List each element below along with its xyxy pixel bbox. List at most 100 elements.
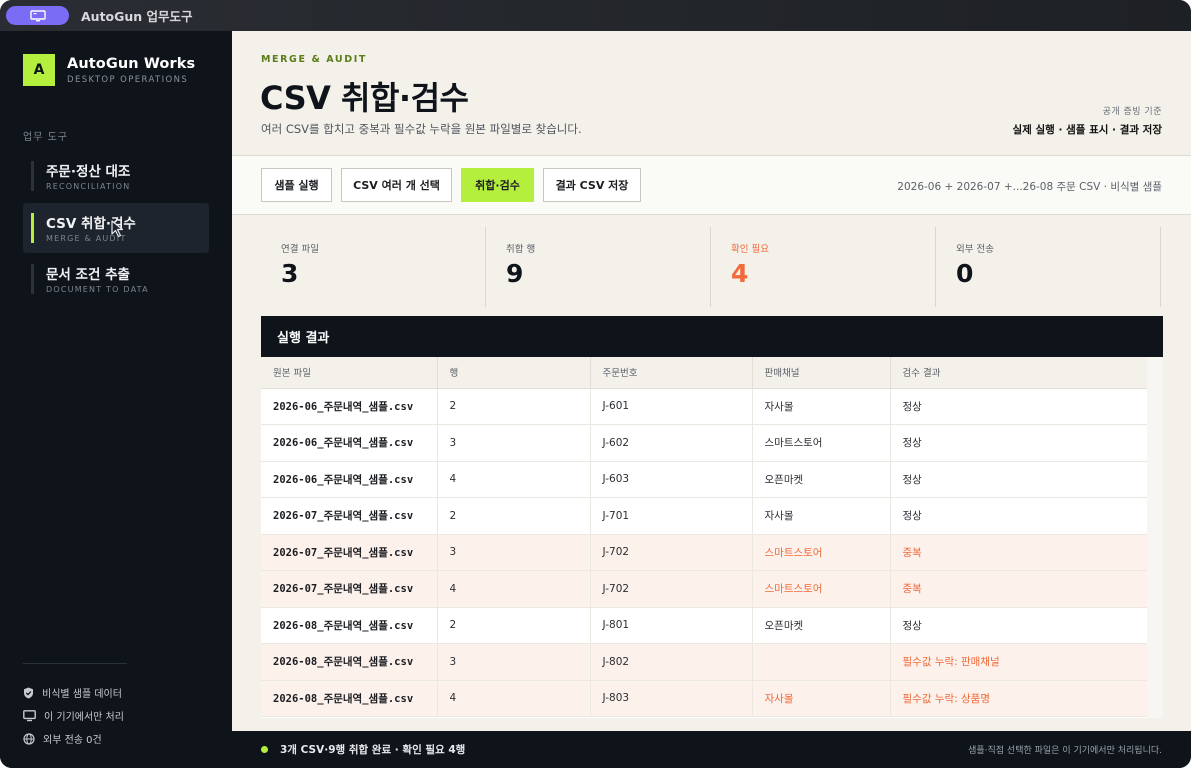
column-header-source-file[interactable]: 원본 파일 — [261, 357, 438, 389]
table-row[interactable]: 2026-06_주문내역_샘플.csv 2 J-601 자사몰 정상 — [261, 388, 1148, 425]
globe-icon — [23, 732, 35, 745]
evidence-basis-value: 실제 실행 · 샘플 표시 · 결과 저장 — [1012, 124, 1163, 136]
evidence-basis-label: 공개 증빙 기준 — [1102, 107, 1162, 117]
save-result-csv-button[interactable]: 결과 CSV 저장 — [543, 168, 641, 202]
nav-indicator — [31, 161, 34, 191]
table-scrollbar[interactable] — [1147, 357, 1163, 718]
status-message: 3개 CSV·9행 취합 완료 · 확인 필요 4행 — [280, 744, 466, 756]
sidebar-item-label: 문서 조건 추출 — [46, 267, 130, 283]
nav-indicator — [31, 264, 34, 294]
stats-row: 연결 파일 3 취합 행 9 확인 필요 4 외부 전송 0 — [261, 227, 1162, 307]
cell-audit-result: 정상 — [890, 497, 1148, 535]
results-panel: 실행 결과 원본 파일 행 주문번호 판매채널 검수 결과 2026-06_주문… — [261, 316, 1163, 718]
stat-value: 0 — [956, 259, 974, 288]
cell-audit-result: 정상 — [890, 461, 1148, 498]
table-row[interactable]: 2026-07_주문내역_샘플.csv 2 J-701 자사몰 정상 — [261, 497, 1148, 535]
footer-local-processing: 이 기기에서만 처리 — [23, 708, 124, 723]
column-header-sales-channel[interactable]: 판매채널 — [752, 357, 891, 389]
cell-sales-channel: 자사몰 — [752, 497, 891, 535]
sidebar-item-merge-audit[interactable]: CSV 취합·검수 MERGE & AUDIT — [23, 203, 209, 253]
table-row[interactable]: 2026-08_주문내역_샘플.csv 4 J-803 자사몰 필수값 누락: 상품명 — [261, 680, 1148, 717]
page-eyebrow: MERGE & AUDIT — [261, 54, 367, 65]
cell-source-file: 2026-08_주문내역_샘플.csv — [261, 607, 438, 644]
cell-order-number: J-702 — [590, 534, 753, 571]
cell-source-file: 2026-06_주문내역_샘플.csv — [261, 424, 438, 462]
sidebar-item-sub: RECONCILIATION — [46, 182, 131, 191]
cell-row: 2 — [437, 607, 591, 644]
brand-logo: A — [23, 54, 55, 86]
title-bar: AutoGun 업무도구 — [0, 0, 1191, 31]
app-window: AutoGun 업무도구 A AutoGun Works DESKTOP OPE… — [0, 0, 1191, 768]
nav-indicator — [31, 213, 34, 243]
mouse-cursor-icon — [111, 220, 124, 238]
footer-label: 비식별 샘플 데이터 — [42, 689, 122, 700]
cell-order-number: J-602 — [590, 424, 753, 462]
stat-label: 확인 필요 — [731, 244, 769, 255]
table-row[interactable]: 2026-08_주문내역_샘플.csv 2 J-801 오픈마켓 정상 — [261, 607, 1148, 644]
page-title: CSV 취합·검수 — [260, 79, 469, 117]
table-row[interactable]: 2026-06_주문내역_샘플.csv 3 J-602 스마트스토어 정상 — [261, 424, 1148, 462]
stat-needs-review: 확인 필요 4 — [711, 227, 936, 307]
sidebar-item-sub: DOCUMENT TO DATA — [46, 285, 149, 294]
column-header-order-number[interactable]: 주문번호 — [590, 357, 753, 389]
cell-source-file: 2026-07_주문내역_샘플.csv — [261, 534, 438, 571]
cell-source-file: 2026-07_주문내역_샘플.csv — [261, 570, 438, 608]
main-panel: MERGE & AUDIT CSV 취합·검수 여러 CSV를 합치고 중복과 … — [232, 31, 1191, 731]
cell-audit-result: 중복 — [890, 570, 1148, 608]
stat-merged-rows: 취합 행 9 — [486, 227, 711, 307]
footer-label: 외부 전송 0건 — [43, 735, 102, 746]
stat-label: 취합 행 — [506, 244, 536, 255]
cell-order-number: J-702 — [590, 570, 753, 608]
cell-order-number: J-701 — [590, 497, 753, 535]
stat-linked-files: 연결 파일 3 — [261, 227, 486, 307]
table-row[interactable]: 2026-08_주문내역_샘플.csv 3 J-802 필수값 누락: 판매채널 — [261, 643, 1148, 681]
cell-sales-channel — [752, 643, 891, 681]
sidebar-item-reconciliation[interactable]: 주문·정산 대조 RECONCILIATION — [23, 151, 209, 201]
stat-value: 4 — [731, 259, 749, 288]
cell-source-file: 2026-06_주문내역_샘플.csv — [261, 461, 438, 498]
select-csv-files-button[interactable]: CSV 여러 개 선택 — [341, 168, 452, 202]
cell-row: 3 — [437, 534, 591, 571]
cell-order-number: J-601 — [590, 388, 753, 425]
cell-source-file: 2026-08_주문내역_샘플.csv — [261, 643, 438, 681]
status-bar: 3개 CSV·9행 취합 완료 · 확인 필요 4행 샘플·직접 선택한 파일은… — [232, 731, 1191, 768]
app-switcher-pill[interactable] — [6, 6, 69, 25]
table-row[interactable]: 2026-07_주문내역_샘플.csv 4 J-702 스마트스토어 중복 — [261, 570, 1148, 608]
table-row[interactable]: 2026-06_주문내역_샘플.csv 4 J-603 오픈마켓 정상 — [261, 461, 1148, 498]
cell-row: 2 — [437, 388, 591, 425]
column-header-row[interactable]: 행 — [437, 357, 591, 389]
cell-row: 2 — [437, 497, 591, 535]
privacy-note: 샘플·직접 선택한 파일은 이 기기에서만 처리됩니다. — [968, 746, 1162, 756]
selected-files-summary: 2026-06 + 2026-07 +...26-08 주문 CSV · 비식별… — [897, 181, 1162, 193]
footer-external-transfer: 외부 전송 0건 — [23, 731, 102, 746]
sidebar-divider — [23, 663, 127, 664]
cell-row: 4 — [437, 461, 591, 498]
cell-audit-result: 필수값 누락: 상품명 — [890, 680, 1148, 717]
cell-audit-result: 정상 — [890, 388, 1148, 425]
cell-sales-channel: 스마트스토어 — [752, 424, 891, 462]
footer-label: 이 기기에서만 처리 — [44, 712, 124, 723]
run-sample-button[interactable]: 샘플 실행 — [261, 168, 332, 202]
cell-audit-result: 중복 — [890, 534, 1148, 571]
cell-sales-channel: 오픈마켓 — [752, 607, 891, 644]
monitor-icon — [23, 709, 36, 721]
cell-sales-channel: 자사몰 — [752, 680, 891, 717]
sidebar-item-document-extract[interactable]: 문서 조건 추출 DOCUMENT TO DATA — [23, 254, 209, 304]
page-description: 여러 CSV를 합치고 중복과 필수값 누락을 원본 파일별로 찾습니다. — [261, 122, 582, 136]
cell-row: 3 — [437, 424, 591, 462]
footer-sample-data: 비식별 샘플 데이터 — [23, 685, 122, 700]
cell-order-number: J-802 — [590, 643, 753, 681]
brand-subtitle: DESKTOP OPERATIONS — [67, 74, 189, 85]
cell-audit-result: 필수값 누락: 판매채널 — [890, 643, 1148, 681]
toolbar: 샘플 실행 CSV 여러 개 선택 취합·검수 결과 CSV 저장 2026-0… — [232, 155, 1191, 215]
column-header-audit-result[interactable]: 검수 결과 — [890, 357, 1148, 389]
cell-row: 4 — [437, 680, 591, 717]
merge-audit-button[interactable]: 취합·검수 — [461, 168, 534, 202]
monitor-icon — [29, 9, 46, 21]
brand-name: AutoGun Works — [67, 55, 196, 72]
stat-value: 3 — [281, 259, 299, 288]
cell-order-number: J-603 — [590, 461, 753, 498]
nav-section-heading: 업무 도구 — [23, 132, 68, 143]
cell-row: 4 — [437, 570, 591, 608]
table-row[interactable]: 2026-07_주문내역_샘플.csv 3 J-702 스마트스토어 중복 — [261, 534, 1148, 571]
